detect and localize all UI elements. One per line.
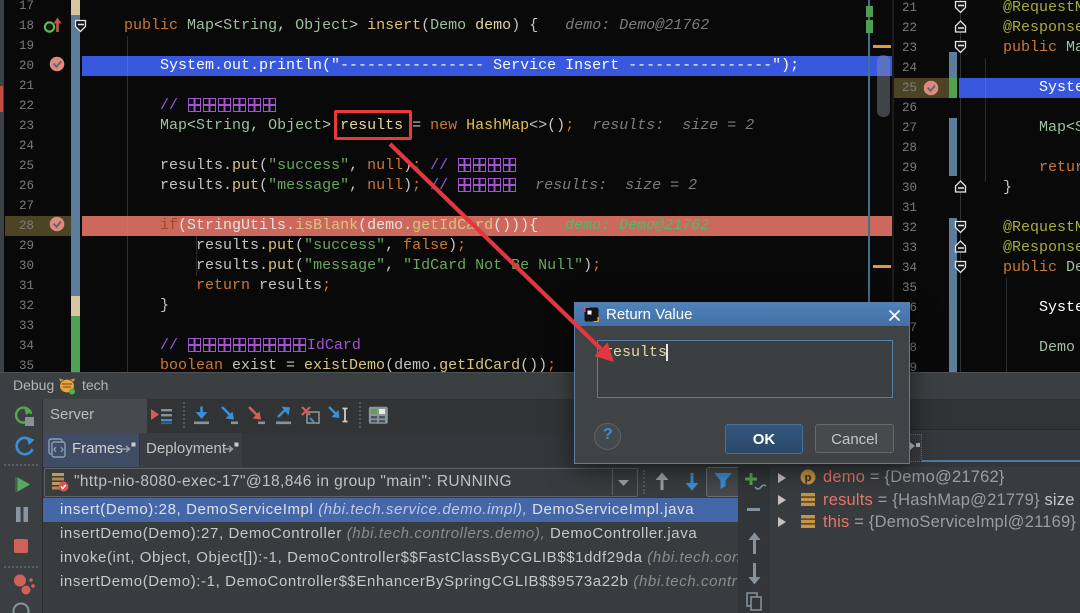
svg-text:p: p	[805, 472, 812, 484]
